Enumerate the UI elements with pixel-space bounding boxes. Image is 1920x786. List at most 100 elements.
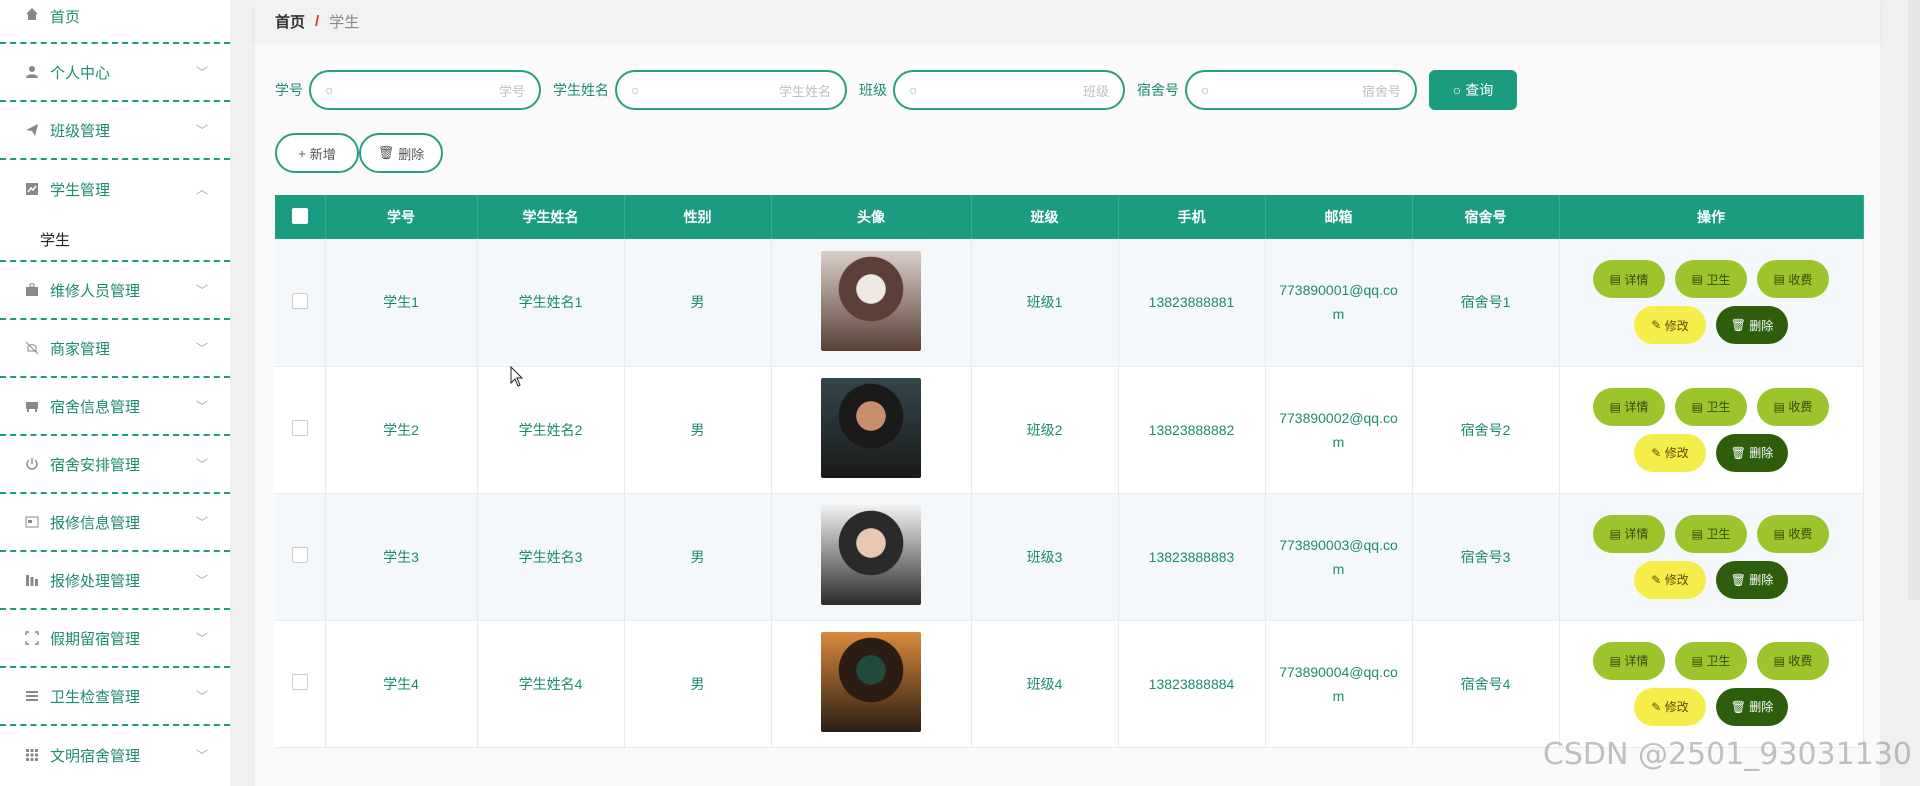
scrollbar[interactable] [1908,0,1920,600]
sidebar-item-student[interactable]: 学生管理 ︿ [0,160,230,218]
chevron-down-icon: ﹀ [195,65,208,80]
sidebar-item-repair-handle[interactable]: 报修处理管理 ﹀ [0,552,230,610]
table-header-row: 学号 学生姓名 性别 头像 班级 手机 邮箱 宿舍号 操作 [275,195,1864,239]
email-text: 773890004@qq.com [1279,663,1398,704]
query-button[interactable]: ○ 查询 [1429,70,1517,110]
batch-delete-button[interactable]: 🗑 删除 [359,133,443,173]
sidebar-item-holiday-stay[interactable]: 假期留宿管理 ﹀ [0,610,230,668]
detail-button[interactable]: ▤ 详情 [1593,260,1665,299]
cell-student-id: 学生4 [325,620,478,748]
sidebar-item-label: 卫生检查管理 [50,688,141,706]
edit-button[interactable]: ✎ 修改 [1634,433,1706,472]
edit-button[interactable]: ✎ 修改 [1634,560,1706,599]
sidebar-item-label: 维修人员管理 [50,282,141,300]
sidebar-item-class[interactable]: 班级管理 ﹀ [0,102,230,160]
hygiene-label: 卫生 [1706,400,1731,414]
fee-button[interactable]: ▤ 收费 [1757,641,1829,680]
row-checkbox[interactable] [275,239,326,367]
table-row: 学生4 学生姓名4 男 班级4 13823888884 773890004@qq.com 宿… [275,620,1864,748]
row-checkbox[interactable] [275,620,326,748]
row-checkbox[interactable] [275,366,326,494]
fee-label: 收费 [1788,272,1813,287]
search-icon: ○ [909,82,918,98]
search-input-class[interactable]: ○ 班级 [893,70,1125,110]
cell-actions: ▤ 详情 ▤ 卫生 ▤ 收费 ✎ 修改 🗑 删除 [1559,620,1864,748]
hygiene-button[interactable]: ▤ 卫生 [1675,387,1747,426]
cell-phone: 13823888884 [1118,620,1266,748]
sidebar-item-repairman[interactable]: 维修人员管理 ﹀ [0,262,230,320]
column-header: 性别 [624,195,772,239]
cell-student-name: 学生姓名1 [477,239,625,367]
cell-actions: ▤ 详情 ▤ 卫生 ▤ 收费 ✎ 修改 🗑 删除 [1559,366,1864,494]
bars-icon [24,572,40,588]
add-button-label: 新增 [309,146,336,162]
chevron-down-icon: ﹀ [195,515,208,530]
search-input-dorm[interactable]: ○ 宿舍号 [1185,70,1417,110]
edit-label: 修改 [1664,446,1689,460]
delete-row-button[interactable]: 🗑 删除 [1716,306,1788,345]
chevron-down-icon: ﹀ [195,399,208,414]
edit-button[interactable]: ✎ 修改 [1634,687,1706,726]
sidebar-item-profile[interactable]: 个人中心 ﹀ [0,44,230,102]
cell-actions: ▤ 详情 ▤ 卫生 ▤ 收费 ✎ 修改 🗑 删除 [1559,239,1864,367]
cell-avatar [771,366,972,494]
sidebar-item-label: 宿舍安排管理 [50,456,141,474]
edit-label: 修改 [1664,700,1689,714]
breadcrumb-home[interactable]: 首页 [275,11,305,32]
cell-class: 班级1 [971,239,1119,367]
chevron-down-icon: ﹀ [195,689,208,704]
delete-row-button[interactable]: 🗑 删除 [1716,433,1788,472]
cell-avatar [771,493,972,621]
edit-button[interactable]: ✎ 修改 [1634,306,1706,345]
fee-button[interactable]: ▤ 收费 [1757,514,1829,553]
sidebar-item-hygiene[interactable]: 卫生检查管理 ﹀ [0,668,230,726]
select-all-checkbox[interactable] [275,195,326,239]
hygiene-button[interactable]: ▤ 卫生 [1675,260,1747,299]
email-text: 773890003@qq.com [1279,536,1398,577]
chevron-down-icon: ﹀ [195,341,208,356]
briefcase-icon [24,282,40,298]
fee-button[interactable]: ▤ 收费 [1757,260,1829,299]
sidebar-item-home[interactable]: 首页 [0,0,230,44]
add-button[interactable]: + 新增 [275,133,359,173]
search-input-student-id[interactable]: ○ 学号 [309,70,541,110]
trash-icon: 🗑 [377,145,395,160]
delete-row-button[interactable]: 🗑 删除 [1716,687,1788,726]
detail-button[interactable]: ▤ 详情 [1593,387,1665,426]
cell-student-id: 学生2 [325,366,478,494]
sidebar-item-civil-dorm[interactable]: 文明宿舍管理 ﹀ [0,726,230,784]
cell-student-name: 学生姓名2 [477,366,625,494]
hygiene-button[interactable]: ▤ 卫生 [1675,641,1747,680]
search-placeholder: 学生姓名 [778,83,831,99]
fee-button[interactable]: ▤ 收费 [1757,387,1829,426]
edit-label: 修改 [1664,573,1689,587]
hygiene-button[interactable]: ▤ 卫生 [1675,514,1747,553]
delete-button-label: 删除 [398,146,425,162]
sidebar-item-repair-info[interactable]: 报修信息管理 ﹀ [0,494,230,552]
bed-icon [24,398,40,414]
column-header: 头像 [771,195,972,239]
sidebar-item-merchant[interactable]: 商家管理 ﹀ [0,320,230,378]
delete-label: 删除 [1749,573,1774,587]
sidebar-item-dorm-arrange[interactable]: 宿舍安排管理 ﹀ [0,436,230,494]
cell-student-id: 学生3 [325,493,478,621]
edit-label: 修改 [1664,318,1689,333]
column-header: 邮箱 [1265,195,1413,239]
search-input-student-name[interactable]: ○ 学生姓名 [615,70,847,110]
sidebar-item-label: 报修处理管理 [50,572,141,590]
column-header: 学号 [325,195,478,239]
detail-button[interactable]: ▤ 详情 [1593,514,1665,553]
row-checkbox[interactable] [275,493,326,621]
sidebar-item-dorm-info[interactable]: 宿舍信息管理 ﹀ [0,378,230,436]
delete-row-button[interactable]: 🗑 删除 [1716,560,1788,599]
power-icon [24,456,40,472]
user-icon [24,64,40,80]
column-header: 学生姓名 [477,195,625,239]
detail-button[interactable]: ▤ 详情 [1593,641,1665,680]
frame-icon [24,630,40,646]
sidebar-item-label: 首页 [50,9,81,26]
search-icon: ○ [1201,82,1210,98]
sidebar: 首页 个人中心 ﹀ 班级管理 ﹀ 学生管理 ︿ 学生 维修人员管理 ﹀ 商家管理… [0,0,230,786]
sidebar-subitem-student[interactable]: 学生 [0,218,230,262]
chevron-down-icon: ﹀ [195,631,208,646]
